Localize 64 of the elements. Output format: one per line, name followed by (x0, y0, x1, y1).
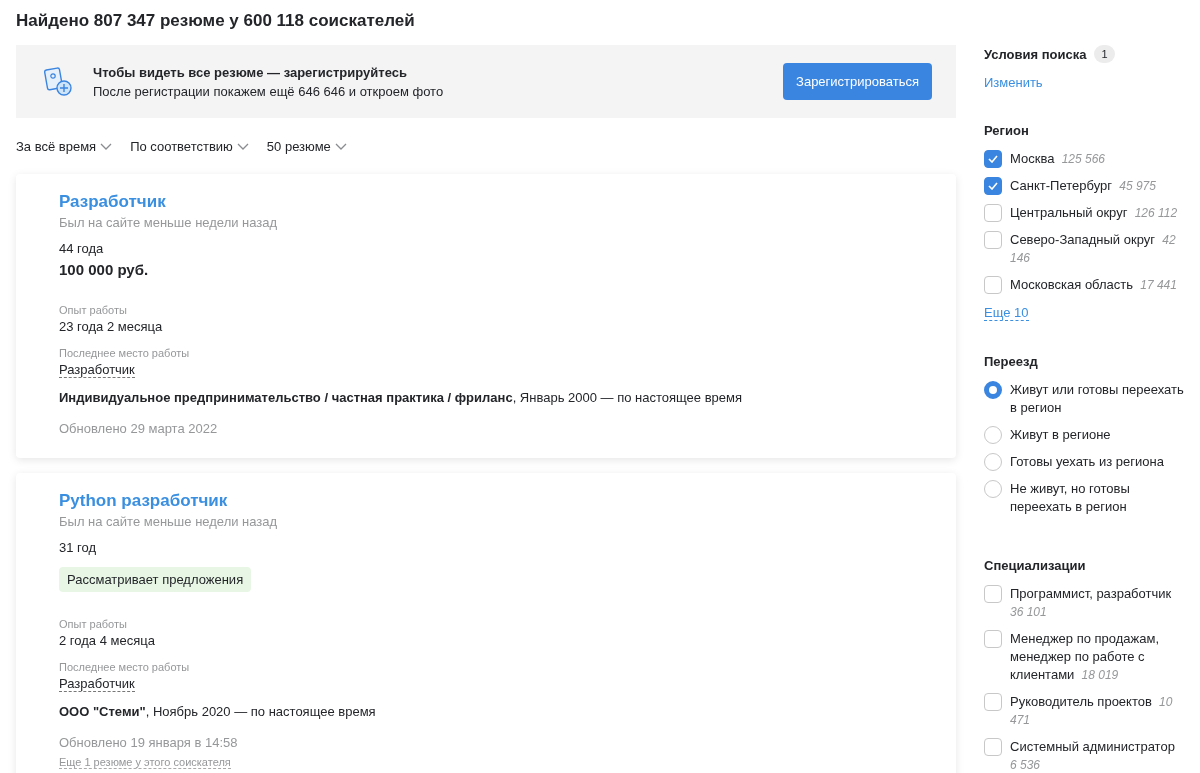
last-seen-text: Был на сайте меньше недели назад (59, 215, 279, 230)
updated-text: Обновлено 19 января в 14:58 (59, 735, 239, 750)
filter-option-label[interactable]: Живут или готовы переехать в регион (1010, 381, 1184, 417)
checkbox[interactable] (984, 177, 1002, 195)
change-link[interactable]: Изменить (984, 75, 1043, 90)
sort-dropdown[interactable]: За всё время (16, 139, 113, 154)
resume-add-icon (43, 66, 73, 97)
filter-option-label[interactable]: Готовы уехать из региона (1010, 453, 1184, 471)
register-button[interactable]: Зарегистрироваться (783, 63, 932, 100)
experience-value: 23 года 2 месяца (59, 319, 164, 334)
filter-option-label[interactable]: Санкт-Петербург 45 975 (1010, 177, 1184, 195)
filter-option-label[interactable]: Московская область 17 441 (1010, 276, 1184, 294)
radio-button[interactable] (984, 453, 1002, 471)
chevron-down-icon (236, 142, 249, 151)
filter-option-label[interactable]: Программист, разработчик 36 101 (1010, 585, 1184, 621)
chevron-down-icon (100, 142, 113, 151)
filter-option-label[interactable]: Северо-Западный округ 42 146 (1010, 231, 1184, 267)
checkbox[interactable] (984, 738, 1002, 756)
filter-option-label[interactable]: Не живут, но готовы переехать в регион (1010, 480, 1184, 516)
last-seen-text: Был на сайте меньше недели назад (59, 514, 279, 529)
filter-option-label[interactable]: Системный администратор 6 536 (1010, 738, 1184, 773)
checkbox[interactable] (984, 630, 1002, 648)
company-line: ООО "Стеми", Ноябрь 2020 — по настоящее время (59, 704, 377, 719)
checkbox[interactable] (984, 693, 1002, 711)
checkbox[interactable] (984, 204, 1002, 222)
last-job-label: Последнее место работы (59, 661, 191, 673)
radio-button[interactable] (984, 480, 1002, 498)
experience-value: 2 года 4 месяца (59, 633, 156, 648)
conditions-count-badge: 1 (1094, 45, 1115, 63)
filter-option-label[interactable]: Живут в регионе (1010, 426, 1184, 444)
filter-option-label[interactable]: Менеджер по продажам, менеджер по работе с клиентами 18 019 (1010, 630, 1184, 684)
age-text: 44 года (59, 241, 105, 256)
filter-group-title: Переезд (984, 354, 1039, 369)
banner-text: После регистрации покажем ещё 646 646 и откроем фото (93, 83, 445, 99)
banner-title: Чтобы видеть все резюме — зарегистрируйтесь (93, 64, 408, 80)
conditions-title: Условия поиска (984, 46, 1087, 62)
last-job-link[interactable]: Разработчик (59, 676, 135, 692)
company-line: Индивидуальное предпринимательство / частная практика / фриланс, Январь 2000 — по настоящее время (59, 390, 743, 405)
checkbox[interactable] (984, 150, 1002, 168)
filter-option-label[interactable]: Руководитель проектов 10 471 (1010, 693, 1184, 729)
checkbox[interactable] (984, 585, 1002, 603)
radio-button[interactable] (984, 426, 1002, 444)
check-icon (988, 182, 998, 190)
check-icon (988, 155, 998, 163)
filter-group-title: Специализации (984, 558, 1087, 573)
last-job-label: Последнее место работы (59, 347, 191, 359)
sort-dropdown[interactable]: По соответствию (130, 139, 249, 154)
filter-option-label[interactable]: Центральный округ 126 112 (1010, 204, 1184, 222)
sort-dropdown[interactable]: 50 резюме (266, 139, 347, 154)
filter-option-label[interactable]: Москва 125 566 (1010, 150, 1184, 168)
filter-group-title: Регион (984, 123, 1030, 138)
updated-text: Обновлено 29 марта 2022 (59, 421, 219, 436)
show-more-link[interactable]: Еще 10 (984, 305, 1029, 321)
salary-text: 100 000 руб. (59, 261, 150, 278)
results-heading: Найдено 807 347 резюме у 600 118 соискателей (16, 11, 416, 31)
radio-button[interactable] (984, 381, 1002, 399)
age-text: 31 год (59, 540, 98, 555)
chevron-down-icon (334, 142, 347, 151)
experience-label: Опыт работы (59, 304, 128, 316)
experience-label: Опыт работы (59, 618, 128, 630)
status-tag: Рассматривает предложения (59, 567, 252, 592)
checkbox[interactable] (984, 231, 1002, 249)
last-job-link[interactable]: Разработчик (59, 362, 135, 378)
checkbox[interactable] (984, 276, 1002, 294)
